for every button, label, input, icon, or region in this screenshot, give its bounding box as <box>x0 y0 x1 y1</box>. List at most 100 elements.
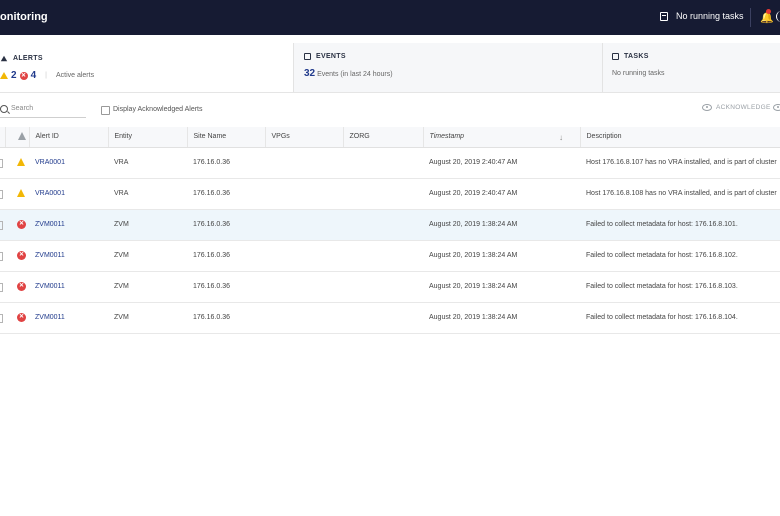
zorg-cell <box>343 209 423 241</box>
error-icon: ✕ <box>17 251 26 260</box>
warning-count: 2 <box>11 70 17 81</box>
vpgs-cell <box>265 240 343 272</box>
eye-icon <box>702 104 712 111</box>
vpgs-cell <box>265 209 343 241</box>
search-icon <box>0 105 8 113</box>
row-checkbox[interactable] <box>0 302 5 334</box>
alert-id-cell[interactable]: ZVM0011 <box>29 302 108 334</box>
display-acknowledged-checkbox[interactable] <box>101 106 110 115</box>
acknowledge-label: ACKNOWLEDGE <box>716 104 771 111</box>
search-input[interactable]: Search <box>0 104 86 118</box>
description-cell: Host 176.16.8.108 has no VRA installed, … <box>580 178 780 210</box>
tasks-panel[interactable]: TASKS No running tasks <box>602 43 780 92</box>
warning-icon <box>17 157 25 166</box>
description-cell: Failed to collect metadata for host: 176… <box>580 240 780 272</box>
timestamp-cell: August 20, 2019 2:40:47 AM <box>423 147 580 179</box>
events-subtitle: Events (in last 24 hours) <box>317 71 393 78</box>
error-icon: ✕ <box>17 282 26 291</box>
site-cell: 176.16.0.36 <box>187 240 265 272</box>
column-entity[interactable]: Entity <box>108 127 188 148</box>
column-vpgs[interactable]: VPGs <box>265 127 344 148</box>
alerts-panel[interactable]: ALERTS 2 ✕ 4 | Active alerts <box>0 43 293 92</box>
divider: | <box>45 72 47 79</box>
clipboard-icon <box>660 11 668 21</box>
column-zorg[interactable]: ZORG <box>343 127 424 148</box>
search-placeholder: Search <box>11 105 34 112</box>
entity-cell: ZVM <box>108 240 187 272</box>
severity-cell: ✕ <box>5 209 29 241</box>
column-site-name[interactable]: Site Name <box>187 127 266 148</box>
alert-id-cell[interactable]: ZVM0011 <box>29 240 108 272</box>
alerts-counts: 2 ✕ 4 | Active alerts <box>0 70 94 81</box>
events-title: EVENTS <box>316 53 346 60</box>
site-cell: 176.16.0.36 <box>187 209 265 241</box>
table-row[interactable]: VRA0001 VRA 176.16.0.36 August 20, 2019 2:4… <box>0 147 780 179</box>
site-cell: 176.16.0.36 <box>187 302 265 334</box>
severity-cell: ✕ <box>5 240 29 272</box>
site-cell: 176.16.0.36 <box>187 147 265 179</box>
tasks-clipboard-icon <box>612 53 619 60</box>
description-cell: Failed to collect metadata for host: 176… <box>580 302 780 334</box>
table-row[interactable]: VRA0001 VRA 176.16.0.36 August 20, 2019 2:4… <box>0 178 780 210</box>
error-icon: ✕ <box>17 313 26 322</box>
alerts-table: Alert ID Entity Site Name VPGs ZORG Time… <box>0 127 780 334</box>
table-row[interactable]: ✕ ZVM0011 ZVM 176.16.0.36 August 20, 2019 1:… <box>0 240 780 272</box>
row-checkbox[interactable] <box>0 209 5 241</box>
notification-badge <box>766 9 771 14</box>
row-checkbox[interactable] <box>0 240 5 272</box>
timestamp-cell: August 20, 2019 1:38:24 AM <box>423 271 580 303</box>
alert-id-cell[interactable]: ZVM0011 <box>29 271 108 303</box>
severity-warning-icon <box>17 131 26 140</box>
severity-header[interactable] <box>5 127 30 148</box>
entity-cell: ZVM <box>108 271 187 303</box>
warning-icon <box>0 72 8 79</box>
events-panel[interactable]: EVENTS 32 Events (in last 24 hours) <box>293 43 602 92</box>
vpgs-cell <box>265 302 343 334</box>
table-row[interactable]: ✕ ZVM0011 ZVM 176.16.0.36 August 20, 2019 1:… <box>0 302 780 334</box>
row-checkbox[interactable] <box>0 178 5 210</box>
top-bar: onitoring No running tasks 🔔 <box>0 0 780 35</box>
timestamp-cell: August 20, 2019 1:38:24 AM <box>423 240 580 272</box>
alerts-title: ALERTS <box>13 55 43 62</box>
events-check-icon <box>304 53 311 60</box>
description-cell: Failed to collect metadata for host: 176… <box>580 209 780 241</box>
column-timestamp[interactable]: Timestamp <box>423 127 581 148</box>
running-tasks-button[interactable]: No running tasks <box>660 11 744 21</box>
zorg-cell <box>343 271 423 303</box>
table-row[interactable]: ✕ ZVM0011 ZVM 176.16.0.36 August 20, 2019 1:… <box>0 271 780 303</box>
severity-cell: ✕ <box>5 302 29 334</box>
unacknowledge-icon[interactable] <box>773 104 780 111</box>
acknowledge-button[interactable]: ACKNOWLEDGE <box>702 104 771 111</box>
entity-cell: ZVM <box>108 209 187 241</box>
events-title-row: EVENTS <box>304 53 346 60</box>
vpgs-cell <box>265 178 343 210</box>
severity-cell: ✕ <box>5 271 29 303</box>
severity-cell <box>5 178 29 210</box>
display-acknowledged-label: Display Acknowledged Alerts <box>113 106 203 113</box>
alert-id-cell[interactable]: VRA0001 <box>29 178 108 210</box>
entity-cell: VRA <box>108 147 187 179</box>
entity-cell: VRA <box>108 178 187 210</box>
user-menu-icon[interactable] <box>776 11 780 22</box>
events-count: 32 <box>304 68 316 79</box>
warning-icon <box>17 188 25 197</box>
zorg-cell <box>343 302 423 334</box>
column-description[interactable]: Description <box>580 127 780 148</box>
severity-cell <box>5 147 29 179</box>
alerts-subtitle: Active alerts <box>55 72 95 79</box>
table-row[interactable]: ✕ ZVM0011 ZVM 176.16.0.36 August 20, 2019 1:… <box>0 209 780 241</box>
row-checkbox[interactable] <box>0 147 5 179</box>
error-icon: ✕ <box>17 220 26 229</box>
vpgs-cell <box>265 271 343 303</box>
vpgs-cell <box>265 147 343 179</box>
events-summary: 32 Events (in last 24 hours) <box>304 68 393 79</box>
timestamp-cell: August 20, 2019 1:38:24 AM <box>423 209 580 241</box>
column-alert-id[interactable]: Alert ID <box>29 127 109 148</box>
running-tasks-label: No running tasks <box>676 11 744 21</box>
sort-down-icon[interactable]: ↓ <box>559 133 563 142</box>
alert-triangle-icon <box>0 55 8 62</box>
row-checkbox[interactable] <box>0 271 5 303</box>
alert-id-cell[interactable]: VRA0001 <box>29 147 108 179</box>
alert-id-cell[interactable]: ZVM0011 <box>29 209 108 241</box>
table-header: Alert ID Entity Site Name VPGs ZORG Time… <box>0 127 780 148</box>
